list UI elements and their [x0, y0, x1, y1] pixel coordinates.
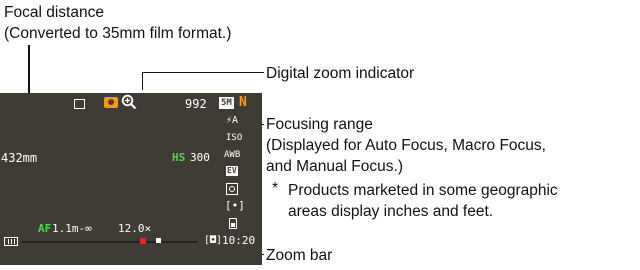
- wide-angle-icon: [4, 237, 18, 246]
- ev-indicator: EV: [226, 166, 238, 176]
- footnote-line-2: areas display inches and feet.: [288, 203, 494, 220]
- clock-time: 10:20: [222, 234, 256, 247]
- digital-zoom-leader-v: [142, 72, 143, 90]
- metering-icon: [226, 183, 238, 195]
- focusing-range-note-1: (Displayed for Auto Focus, Macro Focus,: [266, 137, 546, 154]
- focal-distance-label: Focal distance: [4, 4, 104, 21]
- iso-indicator: ISO: [226, 133, 243, 143]
- camera-lcd-screen: 992 5M N ⚡A ISO AWB EV [•] 10:20 432mm H…: [0, 93, 262, 265]
- shutter-readout: 300: [190, 151, 210, 164]
- focal-distance-note: (Converted to 35mm film format.): [4, 25, 232, 42]
- flash-mode-icon: ⚡A: [226, 115, 239, 126]
- single-shot-icon: [74, 99, 85, 109]
- white-balance-indicator: AWB: [224, 150, 241, 160]
- af-indicator: AF: [38, 222, 52, 235]
- focal-distance-readout: 432mm: [1, 151, 38, 165]
- focusing-range-label: Focusing range: [266, 116, 373, 133]
- focus-range-readout: 1.1m-∞: [52, 222, 92, 235]
- focusing-range-note-2: and Manual Focus.): [266, 158, 403, 175]
- zoom-bar-indicator: [156, 238, 161, 243]
- zoom-bar-track: [22, 241, 198, 243]
- focus-area-icon: [•]: [225, 199, 245, 212]
- footnote-line-1: Products marketed in some geographic: [288, 182, 558, 199]
- shots-remaining: 992: [185, 97, 207, 111]
- battery-icon: [229, 218, 237, 229]
- camera-mode-icon: [104, 97, 118, 108]
- digital-zoom-leader-h: [142, 72, 264, 73]
- telephoto-icon: [◘]: [204, 235, 223, 246]
- hs-indicator: HS: [172, 151, 186, 164]
- image-size-badge: 5M: [219, 97, 234, 109]
- digital-zoom-icon: [121, 94, 137, 110]
- footnote-asterisk: *: [272, 180, 279, 197]
- zoom-bar-label: Zoom bar: [266, 247, 333, 264]
- zoom-bar-marker: [140, 238, 146, 244]
- zoom-factor-readout: 12.0×: [118, 222, 152, 235]
- digital-zoom-label: Digital zoom indicator: [266, 65, 415, 82]
- quality-indicator: N: [239, 95, 247, 110]
